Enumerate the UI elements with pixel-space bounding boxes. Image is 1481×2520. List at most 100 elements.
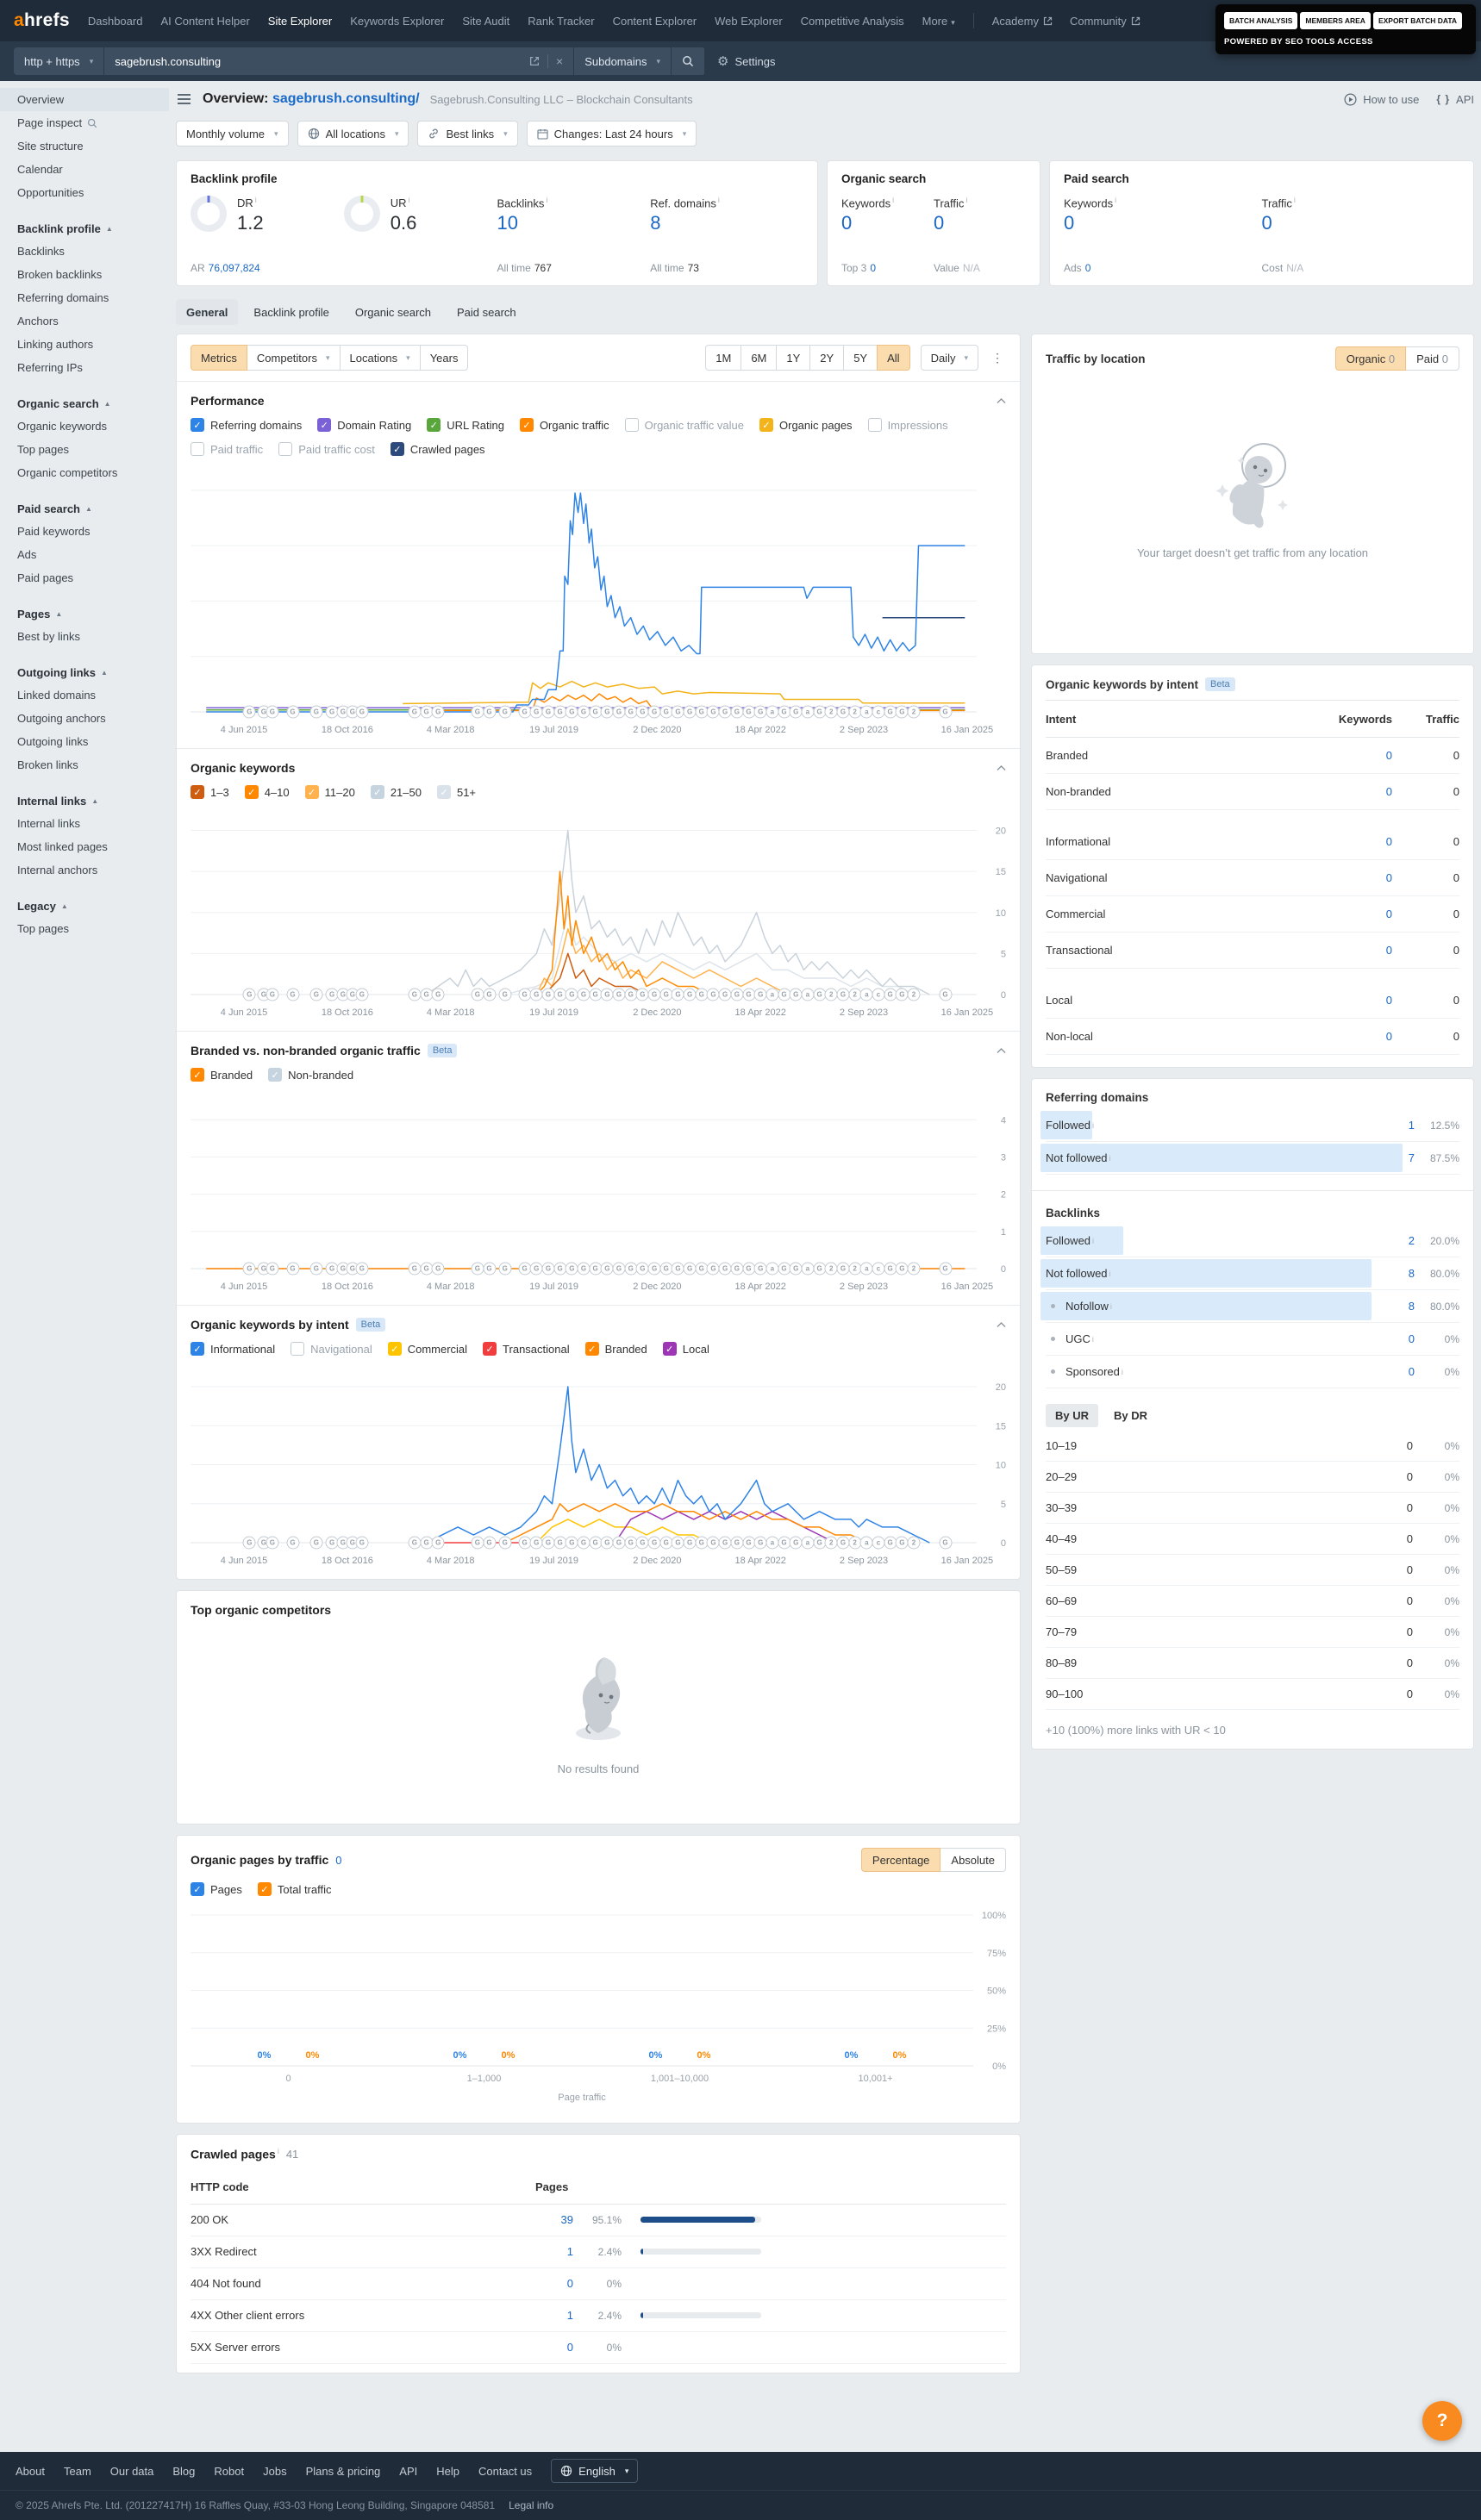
footer-link-api[interactable]: API: [399, 2465, 417, 2478]
google-update-marker[interactable]: G: [498, 706, 511, 719]
sidebar-item-paid-pages[interactable]: Paid pages: [0, 566, 169, 589]
google-update-marker[interactable]: G: [432, 1263, 445, 1276]
intent-chart[interactable]: 20151050GGGGGGGGGGGGGGGGGGGGGGGGGGGGGGGG…: [191, 1368, 1006, 1569]
footer-link-jobs[interactable]: Jobs: [263, 2465, 286, 2478]
checkbox-total-traffic[interactable]: ✓Total traffic: [258, 1882, 332, 1896]
sidebar-group-backlink-profile[interactable]: Backlink profile▲: [0, 217, 169, 240]
footer-link-about[interactable]: About: [16, 2465, 45, 2478]
sidebar-item-internal-links[interactable]: Internal links: [0, 812, 169, 835]
checkbox-crawled-pages[interactable]: ✓Crawled pages: [391, 442, 485, 456]
count-link[interactable]: 8: [1401, 1300, 1415, 1313]
promo-button-batch-analysis[interactable]: BATCH ANALYSIS: [1224, 12, 1297, 29]
google-update-marker[interactable]: G: [286, 706, 299, 719]
range-2y[interactable]: 2Y: [809, 345, 844, 371]
locations-dropdown[interactable]: Locations▾: [340, 345, 421, 371]
google-update-marker[interactable]: G: [498, 989, 511, 1001]
sidebar-group-legacy[interactable]: Legacy▲: [0, 895, 169, 917]
filter-monthly-volume[interactable]: Monthly volume▾: [176, 121, 289, 147]
toggle-absolute[interactable]: Absolute: [940, 1848, 1006, 1872]
google-update-marker[interactable]: G: [355, 706, 368, 719]
google-update-marker[interactable]: G: [266, 1263, 278, 1276]
checkbox-paid-traffic[interactable]: Paid traffic: [191, 442, 263, 456]
sidebar-group-outgoing-links[interactable]: Outgoing links▲: [0, 661, 169, 683]
tab-paid-search[interactable]: Paid search: [447, 299, 527, 325]
checkbox-local[interactable]: ✓Local: [663, 1342, 709, 1356]
sidebar-group-paid-search[interactable]: Paid search▲: [0, 497, 169, 520]
footer-link-robot[interactable]: Robot: [214, 2465, 244, 2478]
sidebar-item-linking-authors[interactable]: Linking authors: [0, 333, 169, 356]
sidebar-item-outgoing-anchors[interactable]: Outgoing anchors: [0, 707, 169, 730]
sidebar-item-overview[interactable]: Overview: [0, 88, 169, 111]
years-button[interactable]: Years: [420, 345, 469, 371]
how-to-use-button[interactable]: How to use: [1344, 93, 1419, 106]
google-update-marker[interactable]: G: [286, 989, 299, 1001]
competitors-dropdown[interactable]: Competitors▾: [247, 345, 341, 371]
footer-link-blog[interactable]: Blog: [172, 2465, 195, 2478]
granularity-dropdown[interactable]: Daily▾: [921, 345, 978, 371]
refdomains-value-link[interactable]: 8: [650, 212, 803, 234]
google-update-marker[interactable]: 2: [908, 1537, 921, 1550]
filter-changes-last-24-hours[interactable]: Changes: Last 24 hours▾: [527, 121, 697, 147]
search-button[interactable]: [672, 47, 705, 75]
google-update-marker[interactable]: G: [243, 989, 256, 1001]
checkbox-branded[interactable]: ✓Branded: [585, 1342, 647, 1356]
checkbox-organic-traffic[interactable]: ✓Organic traffic: [520, 418, 609, 432]
count-link[interactable]: 0: [1401, 1365, 1415, 1378]
organic-keywords-chart[interactable]: 20151050GGGGGGGGGGGGGGGGGGGGGGGGGGGGGGGG…: [191, 811, 1006, 1020]
tab-organic-search[interactable]: Organic search: [345, 299, 441, 325]
paid-traffic-value[interactable]: 0: [1262, 212, 1460, 234]
pages-count[interactable]: 0: [335, 1854, 341, 1867]
checkbox-21-50[interactable]: ✓21–50: [371, 785, 422, 799]
checkbox-non-branded[interactable]: ✓Non-branded: [268, 1068, 353, 1082]
sidebar-group-internal-links[interactable]: Internal links▲: [0, 789, 169, 812]
pages-by-traffic-chart[interactable]: 100%75%50%25%0%0%0%00%0%1–1,0000%0%1,001…: [191, 1908, 1006, 2111]
range-1m[interactable]: 1M: [705, 345, 741, 371]
sidebar-item-top-pages[interactable]: Top pages: [0, 438, 169, 461]
ahrefs-logo[interactable]: ahrefs: [14, 10, 70, 31]
keywords-link[interactable]: 0: [1306, 785, 1392, 798]
sidebar-group-organic-search[interactable]: Organic search▲: [0, 392, 169, 415]
collapse-chevron-icon[interactable]: [997, 1048, 1006, 1054]
traffic-paid-toggle[interactable]: Paid 0: [1405, 346, 1459, 371]
google-update-marker[interactable]: G: [483, 1263, 496, 1276]
sidebar-item-internal-anchors[interactable]: Internal anchors: [0, 858, 169, 882]
nav-link-academy[interactable]: Academy: [992, 15, 1053, 28]
sidebar-item-organic-keywords[interactable]: Organic keywords: [0, 415, 169, 438]
google-update-marker[interactable]: G: [498, 1263, 511, 1276]
range-1y[interactable]: 1Y: [776, 345, 810, 371]
sidebar-item-referring-ips[interactable]: Referring IPs: [0, 356, 169, 379]
open-target-icon[interactable]: [529, 56, 540, 66]
google-update-marker[interactable]: G: [355, 1537, 368, 1550]
count-link[interactable]: 8: [1401, 1267, 1415, 1280]
google-update-marker[interactable]: G: [432, 706, 445, 719]
nav-link-community[interactable]: Community: [1070, 15, 1140, 28]
keywords-link[interactable]: 0: [1306, 944, 1392, 957]
sidebar-item-most-linked-pages[interactable]: Most linked pages: [0, 835, 169, 858]
google-update-marker[interactable]: G: [939, 706, 952, 719]
footer-link-team[interactable]: Team: [64, 2465, 91, 2478]
keywords-link[interactable]: 0: [1306, 749, 1392, 762]
pages-count-link[interactable]: 39: [535, 2213, 573, 2226]
checkbox-navigational[interactable]: Navigational: [291, 1342, 372, 1356]
footer-link-contact-us[interactable]: Contact us: [478, 2465, 532, 2478]
google-update-marker[interactable]: G: [483, 1537, 496, 1550]
pages-count-link[interactable]: 1: [535, 2245, 573, 2258]
kebab-menu-icon[interactable]: ⋮: [989, 351, 1006, 365]
clear-input-icon[interactable]: ×: [556, 54, 563, 68]
google-update-marker[interactable]: 2: [908, 706, 921, 719]
nav-item-content-explorer[interactable]: Content Explorer: [613, 15, 697, 28]
google-update-marker[interactable]: 2: [908, 989, 921, 1001]
sidebar-item-site-structure[interactable]: Site structure: [0, 134, 169, 158]
sidebar-item-best-by-links[interactable]: Best by links: [0, 625, 169, 648]
google-update-marker[interactable]: G: [939, 1263, 952, 1276]
pages-count-link[interactable]: 0: [535, 2341, 573, 2354]
pages-count-link[interactable]: 1: [535, 2309, 573, 2322]
checkbox-organic-pages[interactable]: ✓Organic pages: [759, 418, 853, 432]
nav-more-dropdown[interactable]: More▾: [922, 15, 955, 28]
sidebar-item-organic-competitors[interactable]: Organic competitors: [0, 461, 169, 484]
sidebar-item-broken-links[interactable]: Broken links: [0, 753, 169, 777]
google-update-marker[interactable]: G: [243, 706, 256, 719]
language-selector[interactable]: English▾: [551, 2459, 638, 2483]
google-update-marker[interactable]: G: [355, 1263, 368, 1276]
tab-backlink-profile[interactable]: Backlink profile: [243, 299, 339, 325]
